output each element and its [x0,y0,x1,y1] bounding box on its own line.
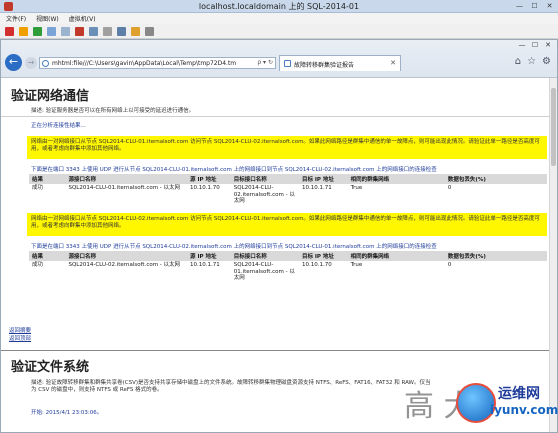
cell-packet-loss: 0 [447,185,452,191]
connectivity-table-2: 结果 源接口名称 源 IP 地址 目标接口名称 目标 IP 地址 相同的群集网络… [29,251,547,283]
divider [1,116,549,117]
table-row: 成功 SQL2014-CLU-02.iternalsoft.com - 以太网 … [29,261,547,283]
udp-check-1: 下面是在端口 3343 上使用 UDP 进行从节点 SQL2014-CLU-01… [31,167,437,173]
browser-window: — ☐ ✕ ← → mhtml:file///C:\Users\gavin\Ap… [0,39,558,433]
power-icon[interactable] [75,26,84,36]
settings-icon[interactable] [145,26,154,36]
cell-src-ip: 10.10.1.71 [190,262,220,268]
watermark: 高 大 运维网 iyunv.com [404,377,558,433]
col-result: 结果 [29,174,66,184]
watermark-en: iyunv.com [490,403,558,417]
analysis-status: 正在分析连接性结果... [31,123,86,129]
pause-icon[interactable] [19,26,28,36]
col-packet-loss: 数据包丢失(%) [444,174,547,184]
table-row: 成功 SQL2014-CLU-01.iternalsoft.com - 以太网 … [29,184,547,206]
minimize-icon[interactable]: — [513,1,526,11]
udp-check-2: 下面是在端口 3343 上使用 UDP 进行从节点 SQL2014-CLU-02… [31,244,437,250]
back-to-top-link[interactable]: 返回顶部 [9,334,31,342]
col-result: 结果 [29,251,66,261]
browser-close-icon[interactable]: ✕ [543,41,553,49]
cell-packet-loss: 0 [447,262,452,268]
warning-banner-1: 网络由一对网络接口从节点 SQL2014-CLU-01.iternalsoft.… [27,136,547,159]
col-dst-ip: 目标 IP 地址 [298,174,348,184]
tab-validation-report[interactable]: 故障转移群集验证报告 ✕ [279,55,401,71]
revert-icon[interactable] [61,26,70,36]
window-title: localhost.localdomain 上的 SQL-2014-01 [198,2,360,11]
col-src-ip: 源 IP 地址 [187,174,231,184]
connectivity-table-1: 结果 源接口名称 源 IP 地址 目标接口名称 目标 IP 地址 相同的群集网络… [29,174,547,206]
filesystem-description: 描述: 验证故障转移群集和群集共享卷(CSV)是否支持共享存储中磁盘上的文件系统… [31,380,431,393]
cell-same-network: True [350,185,363,191]
network-icon[interactable] [131,26,140,36]
col-dst-name: 目标接口名称 [230,251,298,261]
browser-chrome: — ☐ ✕ ← → mhtml:file///C:\Users\gavin\Ap… [1,40,557,78]
back-button[interactable]: ← [5,54,22,71]
back-to-summary-link[interactable]: 返回摘要 [9,326,31,334]
vm-toolbar [0,24,558,39]
vm-title-bar: localhost.localdomain 上的 SQL-2014-01 — ☐… [0,0,558,13]
address-bar[interactable]: mhtml:file///C:\Users\gavin\AppData\Loca… [39,57,276,69]
snapshot-icon[interactable] [47,26,56,36]
section-divider [1,350,549,351]
stop-icon[interactable] [5,26,14,36]
network-description: 描述: 验证服务器是否可以在所有网络上以可接受的延迟进行通信。 [31,108,195,114]
cell-dst-ip: 10.10.1.71 [301,185,332,191]
col-packet-loss: 数据包丢失(%) [444,251,547,261]
scrollbar-thumb[interactable] [551,88,556,166]
usb-icon[interactable] [117,26,126,36]
page-icon [42,60,49,67]
menu-vm[interactable]: 虚拟机(V) [69,14,96,23]
col-src-name: 源接口名称 [65,251,188,261]
cell-src-ip: 10.10.1.70 [190,185,220,191]
cell-src-name: SQL2014-CLU-01.iternalsoft.com - 以太网 [68,185,181,191]
maximize-icon[interactable]: ☐ [528,1,541,11]
start-timestamp: 开始: 2015/4/1 23:03:06。 [31,410,103,416]
tab-page-icon [284,60,291,67]
cell-dst-ip: 10.10.1.70 [301,262,332,268]
forward-button[interactable]: → [25,57,37,69]
cell-dst-name: SQL2014-CLU-01.iternalsoft.com - 以太网 [233,262,295,281]
cell-result: 成功 [32,262,44,268]
col-same-network: 相同的群集网络 [347,251,445,261]
cell-src-name: SQL2014-CLU-02.iternalsoft.com - 以太网 [68,262,181,268]
watermark-cn: 运维网 [498,386,540,402]
col-dst-ip: 目标 IP 地址 [298,251,348,261]
col-same-network: 相同的群集网络 [347,174,445,184]
cell-dst-name: SQL2014-CLU-02.iternalsoft.com - 以太网 [233,185,295,204]
cell-same-network: True [350,262,363,268]
section-title-network: 验证网络通信 [11,89,90,104]
menu-file[interactable]: 文件(F) [6,14,26,23]
send-keys-icon[interactable] [103,26,112,36]
section-title-filesystem: 验证文件系统 [11,360,90,375]
favorites-icon[interactable]: ☆ [527,56,536,67]
home-icon[interactable]: ⌂ [515,56,521,67]
tab-label: 故障转移群集验证报告 [294,62,355,69]
col-src-name: 源接口名称 [65,174,188,184]
warning-banner-2: 网络由一对网络接口从节点 SQL2014-CLU-02.iternalsoft.… [27,213,547,236]
tools-gear-icon[interactable]: ⚙ [542,56,551,67]
play-icon[interactable] [33,26,42,36]
reset-icon[interactable] [89,26,98,36]
address-text[interactable]: mhtml:file///C:\Users\gavin\AppData\Loca… [52,60,252,67]
tab-close-icon[interactable]: ✕ [390,59,396,67]
address-controls[interactable]: ρ ▾ ↻ [257,59,273,66]
vm-menu-bar: 文件(F) 视图(W) 虚拟机(V) [0,13,558,24]
cell-result: 成功 [32,185,44,191]
close-icon[interactable]: ✕ [543,1,556,11]
browser-minimize-icon[interactable]: — [517,41,527,49]
menu-view[interactable]: 视图(W) [36,14,59,23]
col-src-ip: 源 IP 地址 [187,251,231,261]
browser-maximize-icon[interactable]: ☐ [530,41,540,49]
col-dst-name: 目标接口名称 [230,174,298,184]
